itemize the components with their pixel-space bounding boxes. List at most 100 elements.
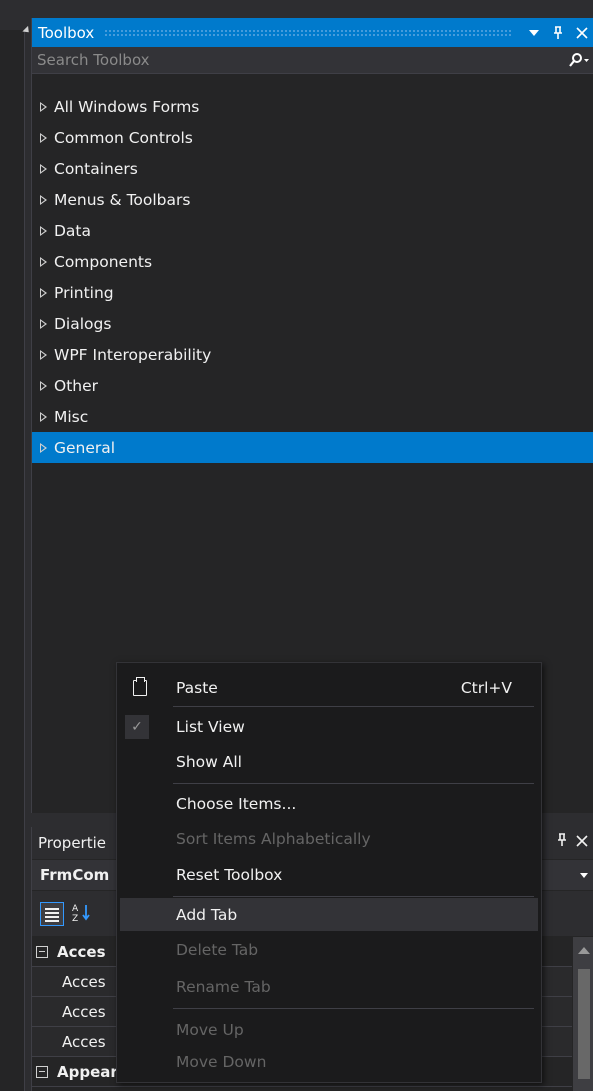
tab-label: Menus & Toolbars — [54, 190, 191, 209]
menu-item-label: Move Up — [176, 1020, 244, 1039]
expand-arrow-icon — [40, 318, 47, 329]
collapse-icon[interactable] — [36, 1065, 48, 1078]
toolbox-search-bar — [32, 47, 593, 74]
menu-item-paste[interactable]: Paste Ctrl+V — [120, 671, 538, 704]
menu-item-rename-tab[interactable]: Rename Tab — [120, 970, 538, 1003]
properties-close-button[interactable] — [576, 832, 588, 851]
toolbox-tab-misc[interactable]: Misc — [32, 401, 593, 432]
menu-item-choose-items[interactable]: Choose Items... — [120, 787, 538, 820]
tab-label: Containers — [54, 159, 138, 178]
menu-item-label: Reset Toolbox — [176, 865, 283, 884]
toolbox-tab-printing[interactable]: Printing — [32, 277, 593, 308]
tab-label: Printing — [54, 283, 114, 302]
toolbox-titlebar[interactable]: Toolbox — [32, 18, 593, 47]
tab-label: Other — [54, 376, 99, 395]
expand-arrow-icon — [40, 132, 47, 143]
menu-item-sort-items-alphabetically[interactable]: Sort Items Alphabetically — [120, 822, 538, 855]
toolbox-tab-dialogs[interactable]: Dialogs — [32, 308, 593, 339]
menu-item-move-up[interactable]: Move Up — [120, 1013, 538, 1046]
checkmark-icon: ✓ — [125, 714, 149, 739]
toolbox-tab-wpf-interoperability[interactable]: WPF Interoperability — [32, 339, 593, 370]
toolbox-tab-containers[interactable]: Containers — [32, 153, 593, 184]
menu-item-label: Move Down — [176, 1052, 267, 1071]
toolbox-tab-menus-toolbars[interactable]: Menus & Toolbars — [32, 184, 593, 215]
window-position-button[interactable] — [522, 18, 546, 47]
chevron-down-icon — [580, 873, 588, 878]
object-name: FrmCom — [40, 866, 110, 884]
menu-item-label: List View — [176, 717, 245, 736]
close-icon — [576, 835, 588, 847]
properties-pin-button[interactable] — [556, 833, 568, 851]
menu-item-label: Add Tab — [176, 905, 238, 924]
expand-arrow-icon — [40, 101, 47, 112]
property-label: Acces — [62, 972, 106, 991]
tab-label: Misc — [54, 407, 89, 426]
tab-label: Common Controls — [54, 128, 193, 147]
menu-item-show-all[interactable]: Show All — [120, 745, 538, 778]
toolbox-tab-components[interactable]: Components — [32, 246, 593, 277]
menu-separator — [173, 896, 534, 897]
paste-icon — [130, 676, 150, 698]
toolbox-drag-grip[interactable] — [104, 29, 512, 36]
search-button[interactable] — [564, 48, 593, 73]
expand-arrow-icon — [40, 256, 47, 267]
properties-title: Propertie — [38, 834, 106, 852]
menu-item-label: Delete Tab — [176, 940, 259, 959]
search-icon — [569, 53, 589, 67]
property-grid-scrollbar[interactable] — [573, 937, 593, 1091]
expand-arrow-icon — [40, 411, 47, 422]
pin-button[interactable] — [546, 18, 570, 47]
menu-item-label: Paste — [176, 678, 218, 697]
close-icon — [576, 26, 588, 39]
toolbox-tab-data[interactable]: Data — [32, 215, 593, 246]
tab-label: Dialogs — [54, 314, 112, 333]
chevron-down-icon — [529, 29, 539, 36]
menu-item-move-down[interactable]: Move Down — [120, 1045, 538, 1078]
menu-item-add-tab[interactable]: Add Tab — [120, 898, 538, 931]
categorized-view-button[interactable] — [40, 902, 64, 926]
menu-separator — [173, 783, 534, 784]
expand-arrow-icon — [40, 163, 47, 174]
toolbox-tab-other[interactable]: Other — [32, 370, 593, 401]
pin-icon — [558, 833, 566, 846]
toolbox-tab-general[interactable]: General — [32, 432, 593, 463]
expand-arrow-icon — [40, 194, 47, 205]
category-label: Acces — [57, 942, 106, 961]
menu-item-label: Rename Tab — [176, 977, 271, 996]
svg-text:A: A — [72, 904, 79, 914]
toolbox-tab-common-controls[interactable]: Common Controls — [32, 122, 593, 153]
menu-separator — [173, 706, 534, 707]
collapse-icon[interactable] — [36, 945, 48, 958]
menu-item-label: Show All — [176, 752, 242, 771]
menu-item-shortcut: Ctrl+V — [460, 678, 512, 697]
sort-az-icon: AZ — [72, 904, 90, 924]
scroll-up-icon[interactable] — [578, 947, 590, 954]
tab-label: All Windows Forms — [54, 97, 200, 116]
svg-text:Z: Z — [72, 914, 78, 924]
scrollbar-thumb[interactable] — [578, 969, 590, 1079]
property-label: Acces — [62, 1032, 106, 1051]
tab-label: Components — [54, 252, 153, 271]
expand-arrow-icon — [40, 442, 47, 453]
tab-label: Data — [54, 221, 92, 240]
left-panel-edge — [0, 30, 25, 1091]
toolbox-title: Toolbox — [38, 23, 95, 42]
expand-arrow-icon — [40, 380, 47, 391]
expand-arrow-icon — [40, 349, 47, 360]
expand-arrow-icon — [40, 287, 47, 298]
search-input[interactable] — [32, 47, 564, 73]
toolbox-context-menu: Paste Ctrl+V ✓ List View Show All Choose… — [116, 662, 542, 1083]
menu-item-reset-toolbox[interactable]: Reset Toolbox — [120, 858, 538, 891]
pin-icon — [554, 25, 562, 39]
menu-item-label: Choose Items... — [176, 794, 297, 813]
expand-arrow-icon — [40, 225, 47, 236]
toolbox-tab-all-windows-forms[interactable]: All Windows Forms — [32, 91, 593, 122]
menu-item-list-view[interactable]: ✓ List View — [120, 710, 538, 743]
left-panel-strip — [0, 0, 32, 1091]
alphabetical-sort-button[interactable]: AZ — [71, 902, 95, 926]
menu-item-label: Sort Items Alphabetically — [176, 829, 371, 848]
toolbox-tree: All Windows Forms Common Controls Contai… — [32, 91, 593, 463]
menu-item-delete-tab[interactable]: Delete Tab — [120, 933, 538, 966]
menu-separator — [173, 1008, 534, 1009]
close-button[interactable] — [570, 18, 593, 47]
